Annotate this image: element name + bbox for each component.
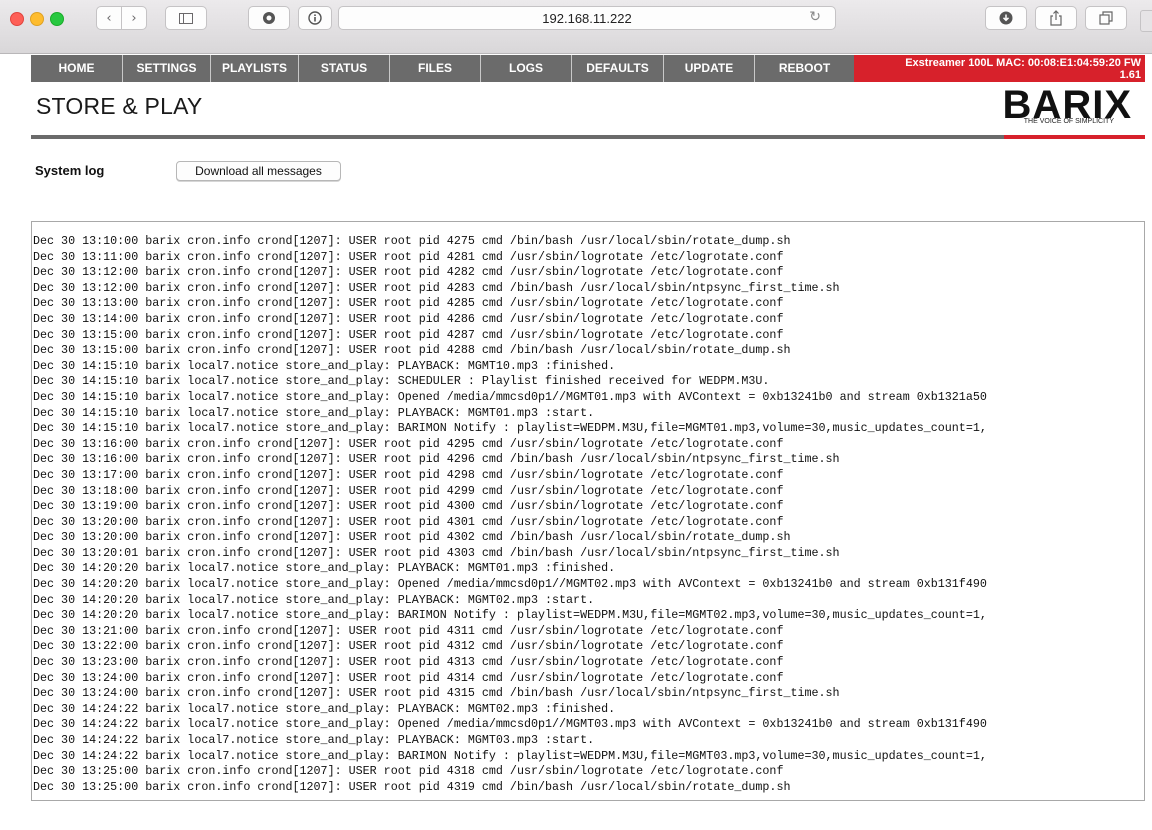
page-title: STORE & PLAY [36, 93, 203, 119]
nav-defaults[interactable]: DEFAULTS [572, 55, 664, 82]
log-line: Dec 30 14:15:10 barix local7.notice stor… [33, 374, 770, 389]
log-line: Dec 30 13:18:00 barix cron.info crond[12… [33, 483, 784, 498]
log-line: Dec 30 13:17:00 barix cron.info crond[12… [33, 467, 784, 482]
nav-playlists[interactable]: PLAYLISTS [211, 55, 299, 82]
system-log-label: System log [35, 163, 105, 178]
nav-settings[interactable]: SETTINGS [123, 55, 211, 82]
log-line: Dec 30 13:15:00 barix cron.info crond[12… [33, 327, 784, 342]
log-line: Dec 30 13:12:00 barix cron.info crond[12… [33, 265, 784, 280]
log-line: Dec 30 13:13:00 barix cron.info crond[12… [33, 296, 784, 311]
new-tab-edge[interactable] [1140, 10, 1152, 32]
device-info-line1: Exstreamer 100L MAC: 00:08:E1:04:59:20 F… [905, 57, 1141, 69]
header-divider [31, 135, 1145, 139]
log-line: Dec 30 14:20:20 barix local7.notice stor… [33, 592, 595, 607]
log-line: Dec 30 13:25:00 barix cron.info crond[12… [33, 779, 791, 794]
log-line: Dec 30 14:24:22 barix local7.notice stor… [33, 701, 616, 716]
info-icon [308, 11, 322, 25]
log-line: Dec 30 14:15:10 barix local7.notice stor… [33, 389, 987, 404]
log-line: Dec 30 13:24:00 barix cron.info crond[12… [33, 670, 784, 685]
download-icon [999, 11, 1013, 25]
info-button[interactable] [298, 6, 332, 30]
back-button[interactable]: ‹ [96, 6, 122, 30]
back-icon: ‹ [106, 10, 112, 26]
device-info-badge: Exstreamer 100L MAC: 00:08:E1:04:59:20 F… [854, 55, 1145, 82]
log-line: Dec 30 13:16:00 barix cron.info crond[12… [33, 436, 784, 451]
log-line: Dec 30 14:24:22 barix local7.notice stor… [33, 748, 987, 763]
browser-toolbar: ‹ › 192.168.11.222 ↻ [0, 0, 1152, 54]
forward-icon: › [131, 10, 137, 26]
log-line: Dec 30 14:20:20 barix local7.notice stor… [33, 561, 616, 576]
zoom-window-button[interactable] [50, 12, 64, 26]
minimize-window-button[interactable] [30, 12, 44, 26]
device-info-line2: 1.61 [1119, 69, 1141, 81]
log-line: Dec 30 13:14:00 barix cron.info crond[12… [33, 311, 784, 326]
forward-button[interactable]: › [121, 6, 147, 30]
share-button[interactable] [1035, 6, 1077, 30]
log-line: Dec 30 13:25:00 barix cron.info crond[12… [33, 764, 784, 779]
address-bar[interactable]: 192.168.11.222 ↻ [338, 6, 836, 30]
log-line: Dec 30 13:24:00 barix cron.info crond[12… [33, 686, 840, 701]
url-text: 192.168.11.222 [542, 11, 632, 26]
log-line: Dec 30 13:23:00 barix cron.info crond[12… [33, 655, 784, 670]
log-line: Dec 30 13:20:01 barix cron.info crond[12… [33, 545, 840, 560]
nav-home[interactable]: HOME [31, 55, 123, 82]
share-icon [1050, 10, 1062, 26]
main-nav: HOME SETTINGS PLAYLISTS STATUS FILES LOG… [31, 55, 1145, 82]
nav-status[interactable]: STATUS [299, 55, 390, 82]
log-line: Dec 30 13:19:00 barix cron.info crond[12… [33, 499, 784, 514]
privacy-icon [263, 12, 275, 24]
log-line: Dec 30 13:20:00 barix cron.info crond[12… [33, 514, 784, 529]
log-line: Dec 30 13:21:00 barix cron.info crond[12… [33, 623, 784, 638]
download-all-messages-button[interactable]: Download all messages [176, 161, 341, 181]
downloads-button[interactable] [985, 6, 1027, 30]
log-line: Dec 30 14:20:20 barix local7.notice stor… [33, 608, 987, 623]
barix-logo: BARIX THE VOICE OF SIMPLICITY [950, 83, 1140, 133]
reload-icon[interactable]: ↻ [809, 9, 821, 25]
log-line: Dec 30 13:12:00 barix cron.info crond[12… [33, 280, 840, 295]
log-line: Dec 30 14:24:22 barix local7.notice stor… [33, 733, 595, 747]
nav-update[interactable]: UPDATE [664, 55, 755, 82]
privacy-button[interactable] [248, 6, 290, 30]
log-line: Dec 30 14:15:10 barix local7.notice stor… [33, 405, 595, 420]
log-line: Dec 30 13:10:00 barix cron.info crond[12… [33, 234, 791, 248]
tabs-button[interactable] [1085, 6, 1127, 30]
logo-tagline: THE VOICE OF SIMPLICITY [1023, 118, 1114, 125]
log-line: Dec 30 13:20:00 barix cron.info crond[12… [33, 530, 791, 545]
log-line: Dec 30 14:24:22 barix local7.notice stor… [33, 717, 987, 732]
log-line: Dec 30 14:15:10 barix local7.notice stor… [33, 358, 616, 373]
log-line: Dec 30 13:16:00 barix cron.info crond[12… [33, 452, 840, 467]
header-divider-accent [1004, 135, 1145, 139]
sidebar-icon [179, 12, 193, 24]
close-window-button[interactable] [10, 12, 24, 26]
system-log-viewer[interactable]: Dec 30 13:10:00 barix cron.info crond[12… [31, 221, 1145, 801]
log-line: Dec 30 13:11:00 barix cron.info crond[12… [33, 249, 784, 264]
nav-reboot[interactable]: REBOOT [755, 55, 854, 82]
nav-files[interactable]: FILES [390, 55, 481, 82]
nav-logs[interactable]: LOGS [481, 55, 572, 82]
log-line: Dec 30 14:20:20 barix local7.notice stor… [33, 577, 987, 592]
tabs-icon [1099, 11, 1113, 25]
log-lines: Dec 30 13:10:00 barix cron.info crond[12… [32, 222, 1144, 795]
log-line: Dec 30 14:15:10 barix local7.notice stor… [33, 421, 987, 436]
log-line: Dec 30 13:22:00 barix cron.info crond[12… [33, 639, 784, 654]
log-line: Dec 30 13:15:00 barix cron.info crond[12… [33, 343, 791, 358]
sidebar-button[interactable] [165, 6, 207, 30]
